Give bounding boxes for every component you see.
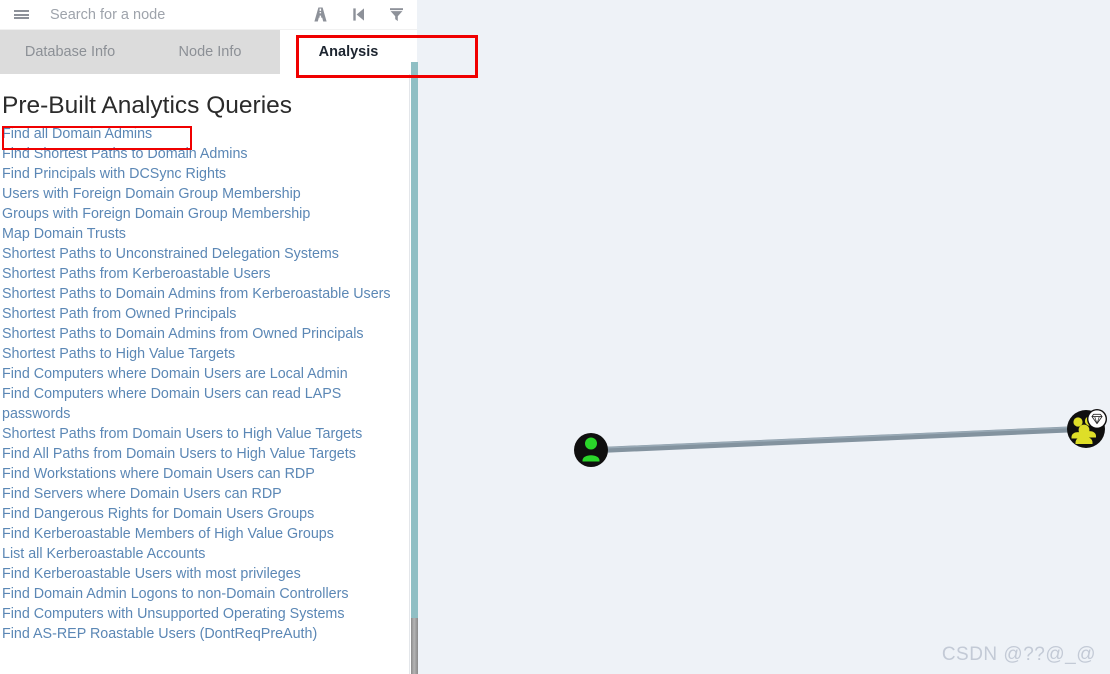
tab-analysis[interactable]: Analysis bbox=[280, 30, 417, 74]
tab-node-info-label: Node Info bbox=[178, 44, 242, 60]
query-item[interactable]: Find Kerberoastable Members of High Valu… bbox=[2, 524, 402, 544]
application-root: CSDN @??@_@ Search for a node Database I… bbox=[0, 0, 1110, 674]
graph-node-group[interactable] bbox=[1067, 409, 1107, 448]
query-item[interactable]: Find Kerberoastable Users with most priv… bbox=[2, 564, 402, 584]
high-value-badge-icon bbox=[1087, 409, 1107, 429]
page-title: Pre-Built Analytics Queries bbox=[2, 92, 293, 119]
query-item[interactable]: Shortest Paths to Domain Admins from Own… bbox=[2, 324, 402, 344]
query-item[interactable]: Find all Domain Admins bbox=[2, 124, 402, 144]
query-item[interactable]: Find Shortest Paths to Domain Admins bbox=[2, 144, 402, 164]
query-item[interactable]: Find Computers where Domain Users can re… bbox=[2, 384, 402, 424]
query-item[interactable]: Shortest Paths from Kerberoastable Users bbox=[2, 264, 402, 284]
query-item[interactable]: Find Workstations where Domain Users can… bbox=[2, 464, 402, 484]
query-item[interactable]: Find All Paths from Domain Users to High… bbox=[2, 444, 402, 464]
tab-database-info[interactable]: Database Info bbox=[0, 30, 140, 74]
analysis-panel: Pre-Built Analytics Queries Find all Dom… bbox=[0, 74, 412, 674]
tab-bar: Database Info Node Info Analysis bbox=[0, 30, 417, 74]
query-item[interactable]: Shortest Paths to Domain Admins from Ker… bbox=[2, 284, 402, 304]
query-item[interactable]: Find Computers with Unsupported Operatin… bbox=[2, 604, 402, 624]
query-item[interactable]: List all Kerberoastable Accounts bbox=[2, 544, 402, 564]
query-item[interactable]: Map Domain Trusts bbox=[2, 224, 402, 244]
query-item[interactable]: Find Principals with DCSync Rights bbox=[2, 164, 402, 184]
query-item[interactable]: Groups with Foreign Domain Group Members… bbox=[2, 204, 402, 224]
query-item[interactable]: Find Domain Admin Logons to non-Domain C… bbox=[2, 584, 402, 604]
query-item[interactable]: Shortest Paths to High Value Targets bbox=[2, 344, 402, 364]
panel-divider bbox=[409, 74, 410, 674]
filter-icon[interactable] bbox=[386, 5, 406, 25]
skip-back-icon[interactable] bbox=[348, 5, 368, 25]
pathfinding-icon[interactable] bbox=[310, 5, 330, 25]
query-item[interactable]: Find Computers where Domain Users are Lo… bbox=[2, 364, 402, 384]
csdn-watermark: CSDN @??@_@ bbox=[941, 644, 1096, 665]
tab-database-info-label: Database Info bbox=[24, 44, 116, 60]
hamburger-menu-icon[interactable] bbox=[0, 0, 42, 30]
graph-edge[interactable] bbox=[599, 426, 1081, 453]
query-item[interactable]: Shortest Path from Owned Principals bbox=[2, 304, 402, 324]
tab-analysis-label: Analysis bbox=[318, 44, 379, 60]
search-input[interactable] bbox=[50, 6, 310, 23]
panel-scrollbar-thumb[interactable] bbox=[411, 618, 418, 674]
graph-node-user[interactable] bbox=[574, 433, 608, 467]
panel-resize-splitter[interactable] bbox=[411, 62, 418, 618]
query-item[interactable]: Find Dangerous Rights for Domain Users G… bbox=[2, 504, 402, 524]
query-item[interactable]: Shortest Paths to Unconstrained Delegati… bbox=[2, 244, 402, 264]
tab-node-info[interactable]: Node Info bbox=[140, 30, 280, 74]
prebuilt-query-list: Find all Domain Admins Find Shortest Path… bbox=[0, 124, 412, 644]
query-item[interactable]: Find AS-REP Roastable Users (DontReqPreA… bbox=[2, 624, 402, 644]
query-item[interactable]: Users with Foreign Domain Group Membersh… bbox=[2, 184, 402, 204]
top-search-bar bbox=[0, 0, 417, 30]
toolbar-icons bbox=[310, 5, 417, 25]
query-item[interactable]: Shortest Paths from Domain Users to High… bbox=[2, 424, 402, 444]
query-item[interactable]: Find Servers where Domain Users can RDP bbox=[2, 484, 402, 504]
